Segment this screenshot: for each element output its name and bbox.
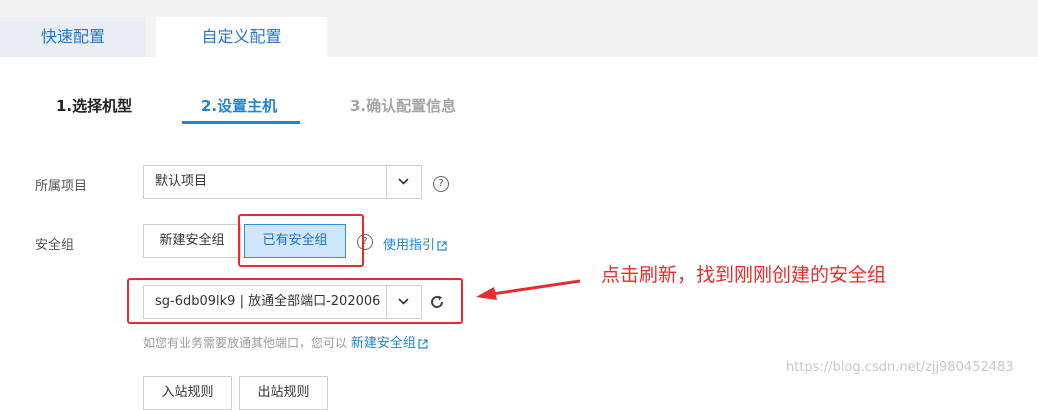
external-link-icon — [437, 240, 447, 251]
help-icon[interactable]: ? — [433, 176, 449, 192]
usage-guide-label: 使用指引 — [383, 238, 436, 253]
new-security-group-link[interactable]: 新建安全组 — [351, 336, 428, 351]
tab-custom-config[interactable]: 自定义配置 — [156, 17, 327, 57]
annotation-arrow-icon — [476, 279, 581, 300]
project-select-value: 默认项目 — [155, 174, 208, 189]
chevron-down-icon[interactable] — [386, 166, 421, 198]
highlight-box-security-select — [127, 278, 463, 324]
new-security-group-link-label: 新建安全组 — [350, 336, 416, 351]
highlight-box-existing-group — [238, 214, 364, 267]
annotation-text: 点击刷新，找到刚刚创建的安全组 — [601, 264, 887, 286]
project-select[interactable]: 默认项目 — [143, 165, 422, 199]
step-setup-host[interactable]: 2.设置主机 — [201, 95, 277, 116]
usage-guide-link[interactable]: 使用指引 — [383, 234, 447, 253]
new-security-group-button[interactable]: 新建安全组 — [143, 224, 241, 258]
step-confirm-config[interactable]: 3.确认配置信息 — [350, 95, 456, 116]
external-link-icon — [418, 338, 428, 349]
outbound-rules-button[interactable]: 出站规则 — [239, 376, 328, 410]
security-group-hint: 如您有业务需要放通其他端口，您可以 新建安全组 — [143, 332, 428, 351]
inbound-rules-button[interactable]: 入站规则 — [143, 376, 232, 410]
active-step-underline — [182, 121, 300, 124]
watermark: https://blog.csdn.net/zjj980452483 — [786, 360, 1014, 375]
tab-quick-config[interactable]: 快速配置 — [0, 17, 146, 57]
security-group-label: 安全组 — [35, 238, 75, 253]
hint-text: 如您有业务需要放通其他端口，您可以 — [143, 336, 348, 350]
top-tab-bar: 快速配置 自定义配置 — [0, 0, 1038, 57]
project-label: 所属项目 — [35, 179, 88, 194]
step-select-model[interactable]: 1.选择机型 — [56, 95, 132, 116]
